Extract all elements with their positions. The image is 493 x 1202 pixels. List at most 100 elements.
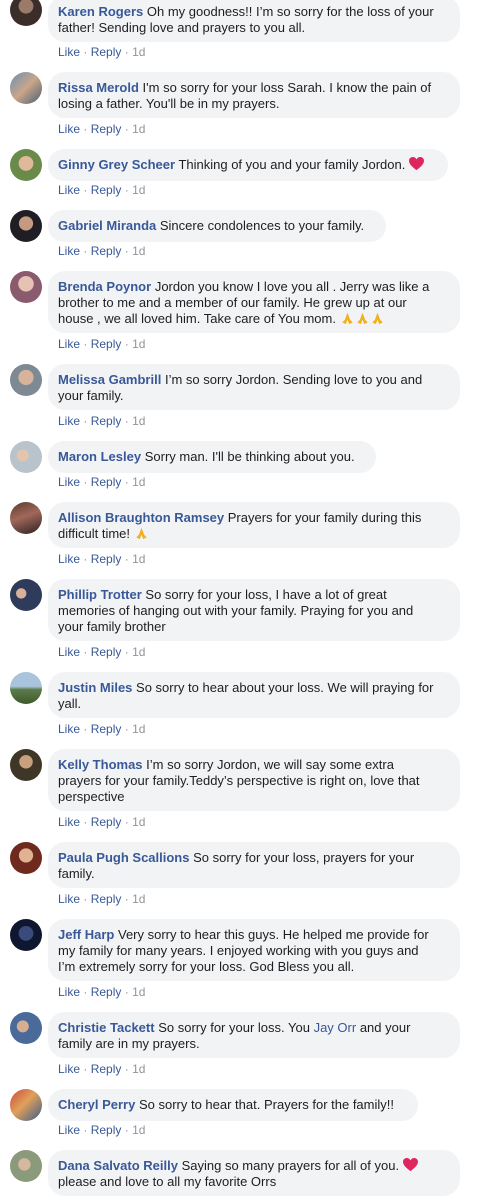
mention-link[interactable]: Jay Orr (314, 1020, 357, 1035)
avatar[interactable] (10, 364, 42, 396)
praying-hands-icon (341, 312, 353, 325)
reply-link[interactable]: Reply (91, 722, 122, 736)
like-link[interactable]: Like (58, 985, 80, 999)
avatar[interactable] (10, 502, 42, 534)
separator: · (124, 985, 129, 999)
timestamp[interactable]: 1d (132, 183, 145, 197)
comment-text: house , we all loved him. Take care of Y… (58, 311, 336, 326)
timestamp[interactable]: 1d (132, 1123, 145, 1137)
like-link[interactable]: Like (58, 1123, 80, 1137)
commenter-name[interactable]: Justin Miles (58, 680, 132, 695)
reply-link[interactable]: Reply (91, 183, 122, 197)
like-link[interactable]: Like (58, 244, 80, 258)
reply-link[interactable]: Reply (91, 645, 122, 659)
timestamp[interactable]: 1d (132, 122, 145, 136)
avatar[interactable] (10, 72, 42, 104)
timestamp[interactable]: 1d (132, 645, 145, 659)
like-link[interactable]: Like (58, 475, 80, 489)
reply-link[interactable]: Reply (91, 475, 122, 489)
separator: · (83, 337, 88, 351)
avatar[interactable] (10, 0, 42, 26)
reply-link[interactable]: Reply (91, 552, 122, 566)
reply-link[interactable]: Reply (91, 244, 122, 258)
commenter-name[interactable]: Karen Rogers (58, 4, 143, 19)
commenter-name[interactable]: Dana Salvato Reilly (58, 1158, 178, 1173)
comment-bubble: Rissa Merold I'm so sorry for your loss … (48, 72, 460, 118)
avatar[interactable] (10, 210, 42, 242)
like-link[interactable]: Like (58, 1062, 80, 1076)
commenter-name[interactable]: Brenda Poynor (58, 279, 151, 294)
like-link[interactable]: Like (58, 815, 80, 829)
avatar[interactable] (10, 271, 42, 303)
comment-bubble: Gabriel Miranda Sincere condolences to y… (48, 210, 386, 242)
like-link[interactable]: Like (58, 892, 80, 906)
reply-link[interactable]: Reply (91, 1123, 122, 1137)
reply-link[interactable]: Reply (91, 337, 122, 351)
like-link[interactable]: Like (58, 414, 80, 428)
commenter-name[interactable]: Maron Lesley (58, 449, 141, 464)
comment-text: Sincere condolences to your family. (159, 218, 365, 233)
timestamp[interactable]: 1d (132, 1062, 145, 1076)
timestamp[interactable]: 1d (132, 892, 145, 906)
comment-text: brother to me and a member of our family… (58, 295, 407, 310)
avatar[interactable] (10, 579, 42, 611)
like-link[interactable]: Like (58, 183, 80, 197)
reply-link[interactable]: Reply (91, 122, 122, 136)
commenter-name[interactable]: Allison Braughton Ramsey (58, 510, 224, 525)
timestamp[interactable]: 1d (132, 552, 145, 566)
avatar[interactable] (10, 1150, 42, 1182)
comment-text: Saying so many prayers for all of you. (181, 1158, 400, 1173)
separator: · (124, 722, 129, 736)
avatar[interactable] (10, 441, 42, 473)
comment-text: father! Sending love and prayers to you … (58, 20, 306, 35)
comment-actions: Like · Reply · 1d (58, 45, 145, 59)
comment-actions: Like · Reply · 1d (58, 475, 145, 489)
comment-actions: Like · Reply · 1d (58, 722, 145, 736)
commenter-name[interactable]: Rissa Merold (58, 80, 139, 95)
timestamp[interactable]: 1d (132, 722, 145, 736)
comment-text: I’m extremely sorry for your loss. God B… (58, 959, 355, 974)
commenter-name[interactable]: Jeff Harp (58, 927, 114, 942)
comment-text: Prayers for your family during this (227, 510, 422, 525)
reply-link[interactable]: Reply (91, 45, 122, 59)
reply-link[interactable]: Reply (91, 1062, 122, 1076)
separator: · (83, 552, 88, 566)
avatar[interactable] (10, 672, 42, 704)
reply-link[interactable]: Reply (91, 414, 122, 428)
commenter-name[interactable]: Ginny Grey Scheer (58, 157, 175, 172)
comment-text: memories of hanging out with your family… (58, 603, 414, 618)
avatar[interactable] (10, 1089, 42, 1121)
reply-link[interactable]: Reply (91, 985, 122, 999)
like-link[interactable]: Like (58, 552, 80, 566)
timestamp[interactable]: 1d (132, 815, 145, 829)
comment-actions: Like · Reply · 1d (58, 244, 145, 258)
avatar[interactable] (10, 149, 42, 181)
avatar[interactable] (10, 1012, 42, 1044)
timestamp[interactable]: 1d (132, 475, 145, 489)
commenter-name[interactable]: Phillip Trotter (58, 587, 142, 602)
like-link[interactable]: Like (58, 122, 80, 136)
timestamp[interactable]: 1d (132, 337, 145, 351)
commenter-name[interactable]: Melissa Gambrill (58, 372, 161, 387)
timestamp[interactable]: 1d (132, 244, 145, 258)
separator: · (83, 722, 88, 736)
commenter-name[interactable]: Kelly Thomas (58, 757, 143, 772)
like-link[interactable]: Like (58, 337, 80, 351)
timestamp[interactable]: 1d (132, 414, 145, 428)
commenter-name[interactable]: Christie Tackett (58, 1020, 155, 1035)
commenter-name[interactable]: Cheryl Perry (58, 1097, 135, 1112)
avatar[interactable] (10, 919, 42, 951)
reply-link[interactable]: Reply (91, 815, 122, 829)
commenter-name[interactable]: Gabriel Miranda (58, 218, 156, 233)
reply-link[interactable]: Reply (91, 892, 122, 906)
timestamp[interactable]: 1d (132, 45, 145, 59)
comment-text: family. (58, 866, 95, 881)
commenter-name[interactable]: Paula Pugh Scallions (58, 850, 189, 865)
avatar[interactable] (10, 749, 42, 781)
comment-text: yall. (58, 696, 82, 711)
like-link[interactable]: Like (58, 645, 80, 659)
timestamp[interactable]: 1d (132, 985, 145, 999)
like-link[interactable]: Like (58, 45, 80, 59)
avatar[interactable] (10, 842, 42, 874)
like-link[interactable]: Like (58, 722, 80, 736)
